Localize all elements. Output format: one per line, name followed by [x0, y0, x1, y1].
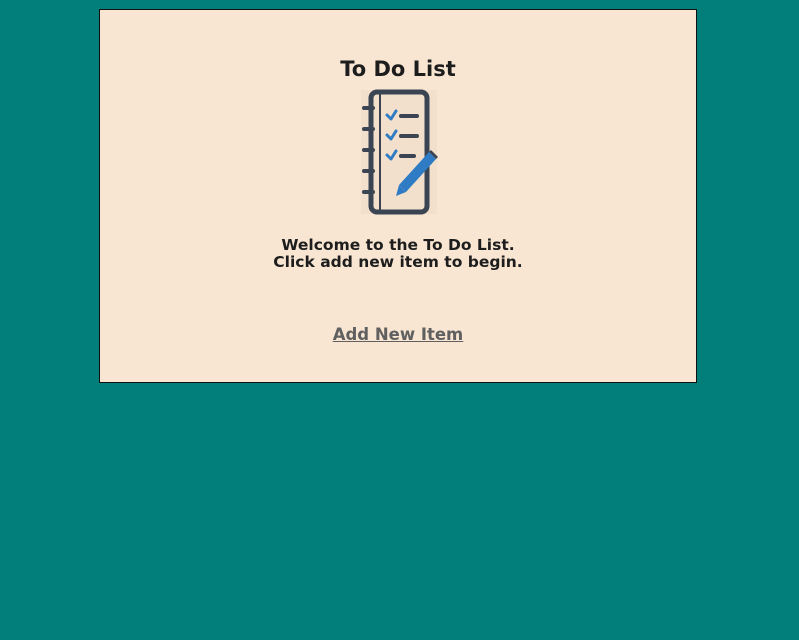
welcome-line-1: Welcome to the To Do List. — [281, 236, 515, 254]
welcome-line-2: Click add new item to begin. — [273, 253, 523, 271]
welcome-message: Welcome to the To Do List. Click add new… — [100, 237, 696, 271]
page-title: To Do List — [340, 57, 456, 81]
add-new-item-wrapper: Add New Item — [100, 325, 696, 345]
add-new-item-link[interactable]: Add New Item — [333, 325, 464, 344]
todo-card: To Do List Welcome to the To Do List. Cl… — [99, 9, 697, 383]
notebook-checklist-pencil-icon — [359, 88, 439, 216]
